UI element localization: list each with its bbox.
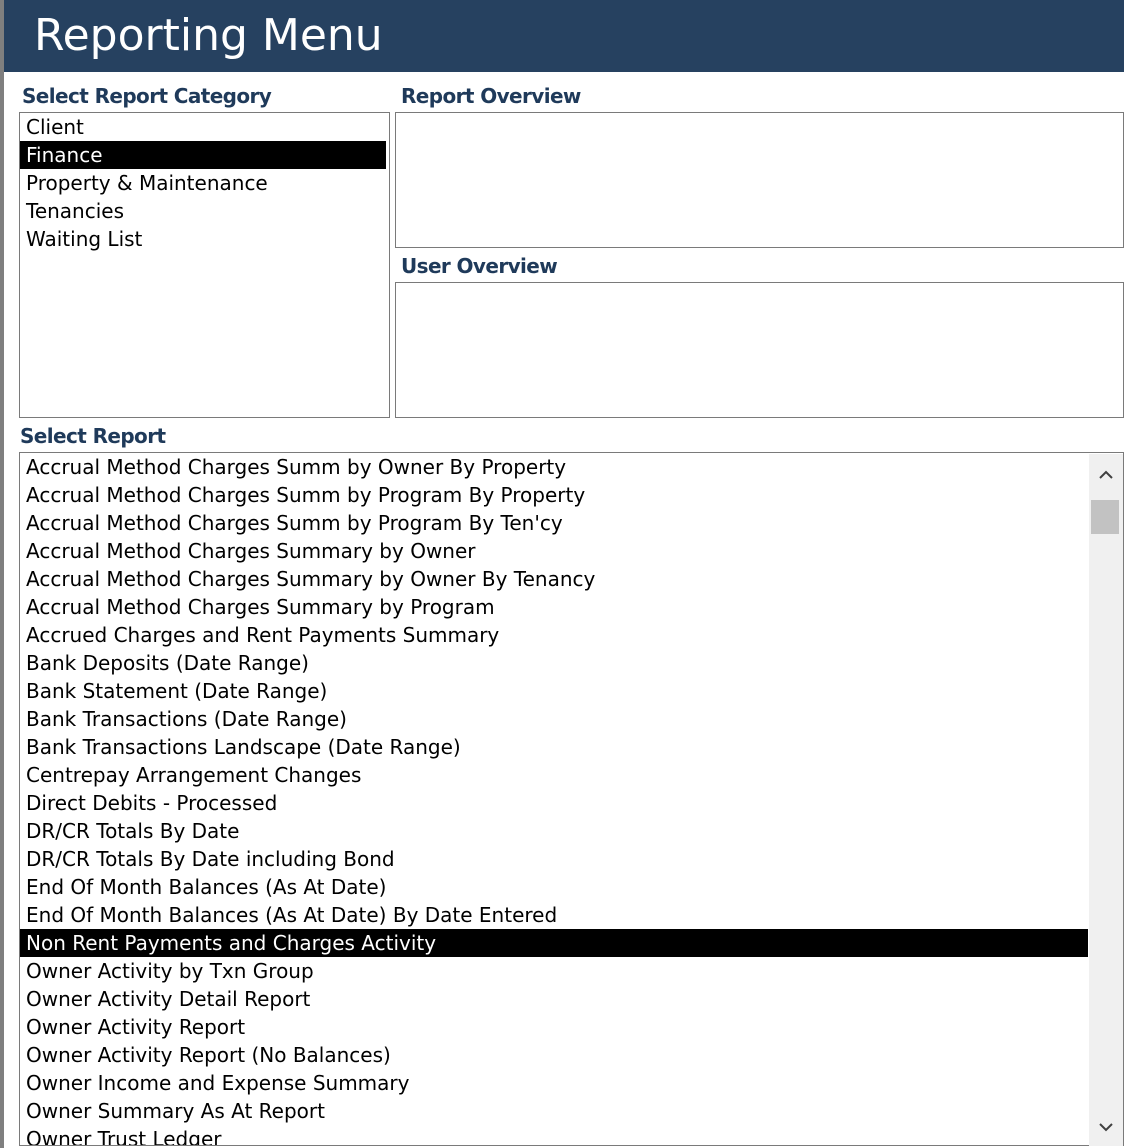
report-overview-label: Report Overview [401,84,581,108]
report-label: Select Report [20,424,166,448]
category-list-item[interactable]: Tenancies [20,197,386,225]
category-list[interactable]: Client Finance Property & Maintenance Tenan… [19,112,390,418]
user-overview-label: User Overview [401,254,558,278]
window-left-edge [0,0,4,1148]
report-list-item[interactable]: Centrepay Arrangement Changes [20,761,1088,789]
report-list-item[interactable]: Bank Transactions (Date Range) [20,705,1088,733]
report-list-item[interactable]: Accrual Method Charges Summ by Program B… [20,481,1088,509]
report-list-item[interactable]: DR/CR Totals By Date including Bond [20,845,1088,873]
category-list-item[interactable]: Client [20,113,386,141]
report-overview-box [395,112,1124,248]
header-bar: Reporting Menu [4,0,1124,72]
report-list-item[interactable]: Direct Debits - Processed [20,789,1088,817]
scrollbar-thumb[interactable] [1091,500,1119,534]
report-list-item[interactable]: Accrued Charges and Rent Payments Summar… [20,621,1088,649]
report-list-item[interactable]: Owner Trust Ledger [20,1125,1088,1145]
category-list-item[interactable]: Finance [20,141,386,169]
report-list-item[interactable]: Accrual Method Charges Summ by Program B… [20,509,1088,537]
report-list-item[interactable]: Owner Activity Report (No Balances) [20,1041,1088,1069]
report-list-item[interactable]: Accrual Method Charges Summary by Owner … [20,565,1088,593]
report-list-item[interactable]: Accrual Method Charges Summary by Progra… [20,593,1088,621]
report-list-item[interactable]: Owner Income and Expense Summary [20,1069,1088,1097]
report-list-item[interactable]: Owner Activity by Txn Group [20,957,1088,985]
report-list-item[interactable]: Bank Statement (Date Range) [20,677,1088,705]
page-title: Reporting Menu [34,10,383,61]
category-label: Select Report Category [22,84,272,108]
report-list-item[interactable]: Owner Summary As At Report [20,1097,1088,1125]
category-list-item[interactable]: Waiting List [20,225,386,253]
report-list-item[interactable]: Owner Activity Report [20,1013,1088,1041]
report-list-item[interactable]: Owner Activity Detail Report [20,985,1088,1013]
report-list-item[interactable]: Accrual Method Charges Summary by Owner [20,537,1088,565]
category-list-item[interactable]: Property & Maintenance [20,169,386,197]
report-list-scrollbar[interactable] [1089,454,1123,1146]
report-list-item[interactable]: End Of Month Balances (As At Date) By Da… [20,901,1088,929]
report-list[interactable]: Accrual Method Charges Summ by Owner By … [19,452,1124,1146]
user-overview-box [395,282,1124,418]
chevron-up-icon[interactable] [1089,458,1123,492]
report-list-item[interactable]: Bank Deposits (Date Range) [20,649,1088,677]
chevron-down-icon[interactable] [1089,1110,1123,1144]
report-list-item[interactable]: End Of Month Balances (As At Date) [20,873,1088,901]
report-list-item[interactable]: Bank Transactions Landscape (Date Range) [20,733,1088,761]
report-list-item[interactable]: Non Rent Payments and Charges Activity [20,929,1088,957]
report-list-item[interactable]: DR/CR Totals By Date [20,817,1088,845]
report-list-item[interactable]: Accrual Method Charges Summ by Owner By … [20,453,1088,481]
